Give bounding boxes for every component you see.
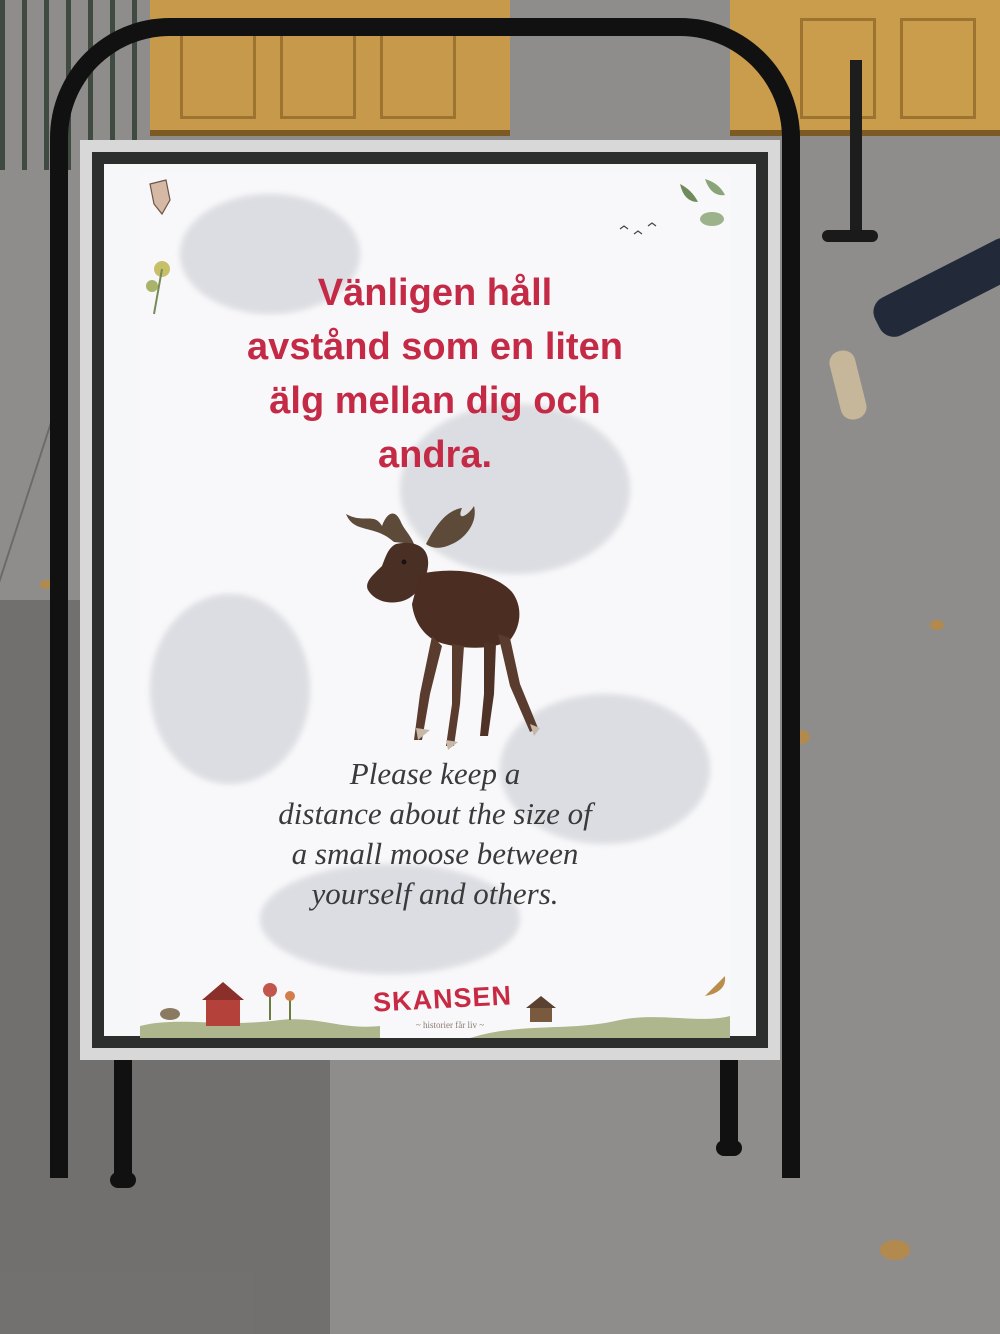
sign-board: Vänligen håll avstånd som en liten älg mel… xyxy=(80,140,780,1060)
landscape-footer-art xyxy=(140,976,730,1038)
scene: Vänligen håll avstånd som en liten älg mel… xyxy=(0,0,1000,1334)
swedish-headline: Vänligen håll avstånd som en liten älg mel… xyxy=(170,266,700,482)
pedestrian-shoe xyxy=(826,347,870,423)
fallen-leaf xyxy=(880,1240,910,1260)
fallen-leaf xyxy=(930,620,944,630)
swedish-line: Vänligen håll xyxy=(317,272,553,314)
sign-foot-left xyxy=(110,1172,136,1188)
swedish-line: andra. xyxy=(377,434,493,476)
english-line: distance about the size of xyxy=(278,796,592,831)
queue-post-base xyxy=(822,230,878,242)
pedestrian-leg xyxy=(867,232,1000,343)
english-line: a small moose between xyxy=(291,836,579,871)
moose-illustration xyxy=(346,506,540,750)
kiosk-panel xyxy=(800,18,876,119)
cabin-icon xyxy=(526,996,556,1022)
swedish-line: avstånd som en liten xyxy=(247,326,623,368)
swedish-line: älg mellan dig och xyxy=(269,380,601,422)
english-line: Please keep a xyxy=(349,756,521,791)
barn-icon xyxy=(202,982,244,1026)
sign-leg-left xyxy=(114,1040,132,1185)
queue-post xyxy=(850,60,862,238)
sign-foot-right xyxy=(716,1140,742,1156)
poster: Vänligen håll avstånd som en liten älg mel… xyxy=(140,174,730,1038)
leaf-icon xyxy=(160,976,726,1020)
kiosk-panel xyxy=(900,18,976,119)
english-line: yourself and others. xyxy=(311,876,559,911)
birds-icon xyxy=(619,179,725,235)
flower-icon xyxy=(263,983,295,1020)
english-message: Please keep a distance about the size of a… xyxy=(180,754,690,914)
